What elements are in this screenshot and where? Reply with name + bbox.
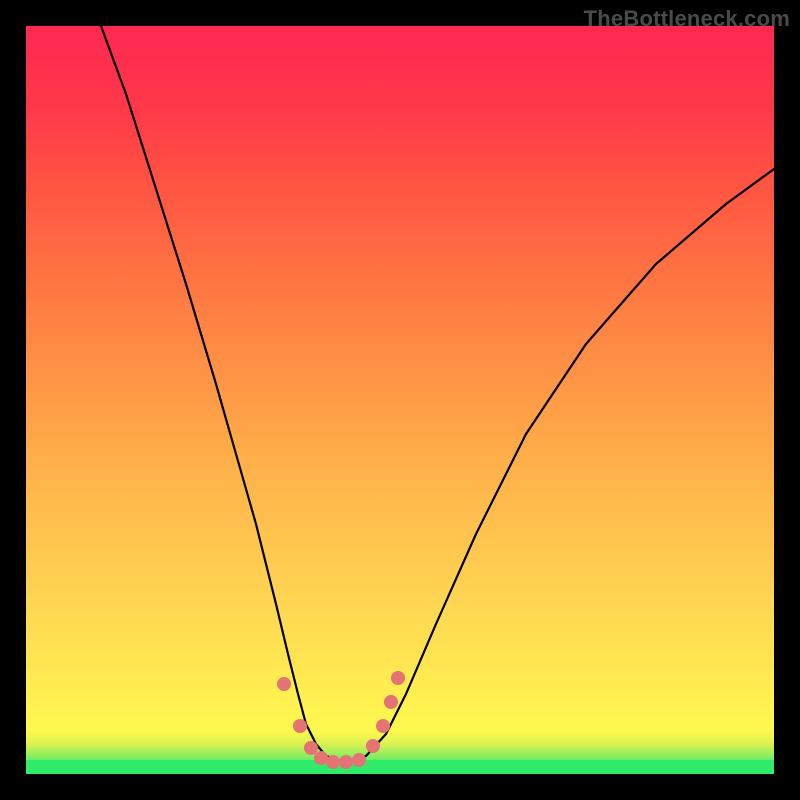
curve-marker-dot xyxy=(339,755,353,769)
curve-marker-dot xyxy=(366,739,380,753)
curve-marker-dot xyxy=(384,695,398,709)
curve-marker-dot xyxy=(293,719,307,733)
curve-line xyxy=(101,26,774,762)
curve-marker-dot xyxy=(314,751,328,765)
curve-marker-dot xyxy=(376,719,390,733)
chart-svg xyxy=(26,26,774,774)
curve-marker-dot xyxy=(391,671,405,685)
watermark-text: TheBottleneck.com xyxy=(584,6,790,32)
curve-marker-dot xyxy=(352,753,366,767)
curve-marker-dot xyxy=(326,755,340,769)
curve-marker-dot xyxy=(304,741,318,755)
chart-frame xyxy=(26,26,774,774)
curve-marker-dot xyxy=(277,677,291,691)
